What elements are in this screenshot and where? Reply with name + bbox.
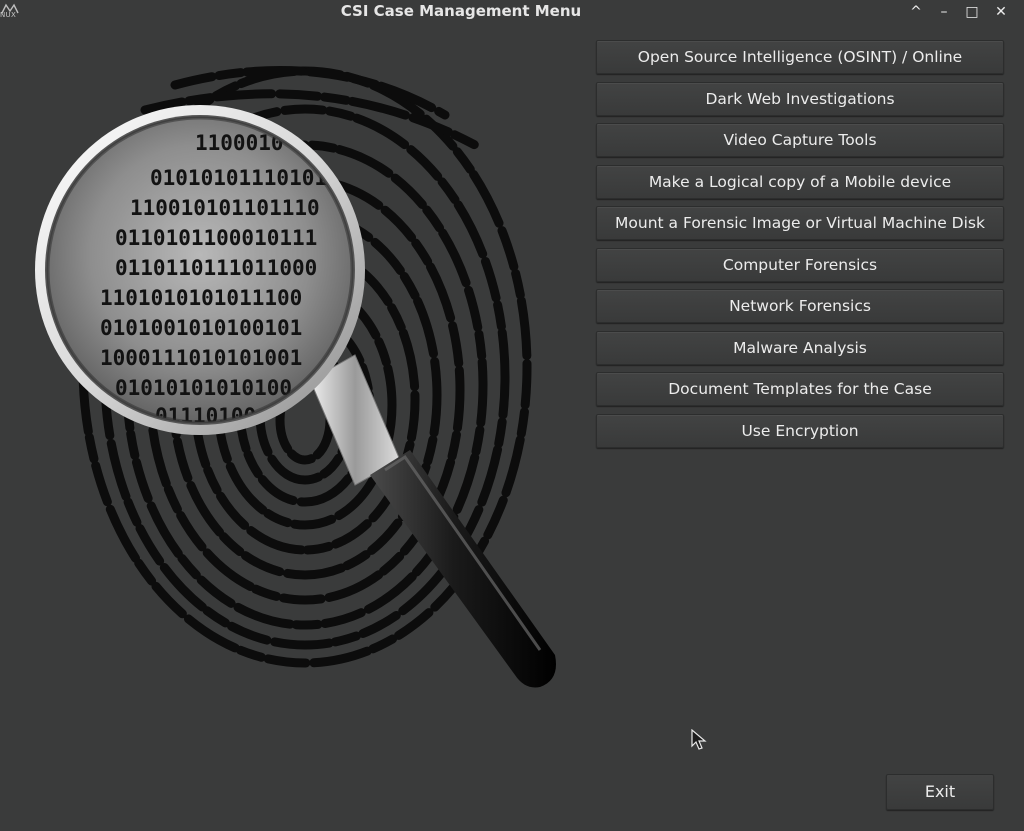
mobile-copy-button[interactable]: Make a Logical copy of a Mobile device [596,164,1004,199]
window-title: CSI Case Management Menu [340,2,582,20]
network-forensics-button[interactable]: Network Forensics [596,289,1004,323]
dark-web-button[interactable]: Dark Web Investigations [596,81,1004,116]
maximize-icon[interactable]: □ [962,3,982,21]
mount-image-button[interactable]: Mount a Forensic Image or Virtual Machin… [596,206,1004,240]
collapse-icon[interactable]: ^ [906,3,926,21]
encryption-button[interactable]: Use Encryption [596,413,1004,448]
osint-button[interactable]: Open Source Intelligence (OSINT) / Onlin… [596,40,1004,74]
magnifier-lens: 1100010 01010101110101 110010101101110 0… [35,105,365,435]
minimize-icon[interactable]: – [934,3,954,21]
close-icon[interactable]: ✕ [991,3,1011,21]
lens-text-line: 110010101101110 [130,196,320,220]
lens-text-line: 0110101100010111 [115,226,317,250]
lens-text-line: 01010101010100 [115,376,292,400]
lens-text-line: 0110110111011000 [115,256,317,280]
fingerprint-magnifier-illustration: 1100010 01010101110101 110010101101110 0… [35,65,556,688]
main-menu: Open Source Intelligence (OSINT) / Onlin… [596,40,1004,455]
exit-button[interactable]: Exit [886,774,994,810]
lens-text-line: 1101010101011100 [100,286,302,310]
video-capture-button[interactable]: Video Capture Tools [596,123,1004,157]
title-bar: NUX CSI Case Management Menu ^ – □ ✕ [0,0,1024,26]
computer-forensics-button[interactable]: Computer Forensics [596,247,1004,282]
malware-analysis-button[interactable]: Malware Analysis [596,330,1004,365]
mouse-pointer-icon [691,729,707,750]
lens-text-line: 1000111010101001 [100,346,302,370]
document-templates-button[interactable]: Document Templates for the Case [596,372,1004,406]
lens-text-line: 0101001010100101 [100,316,302,340]
lens-text-line: 01010101110101 [150,166,327,190]
